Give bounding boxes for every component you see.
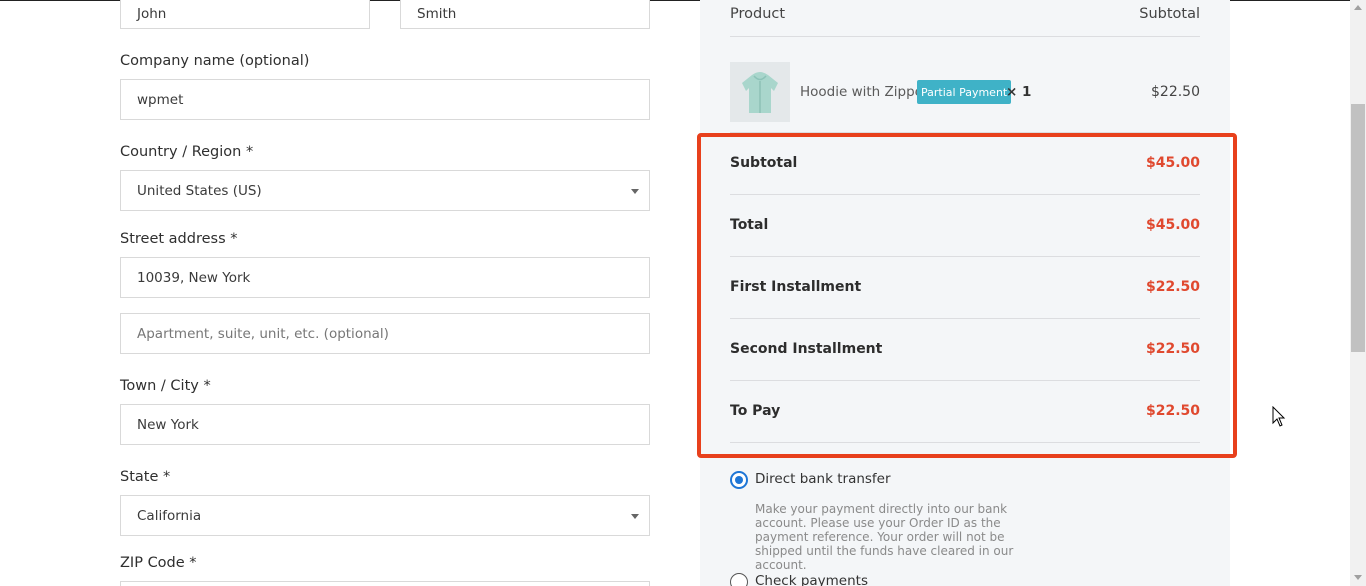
product-qty: × 1 — [1006, 84, 1032, 100]
subtotal-header: Subtotal — [1139, 6, 1200, 22]
company-value: wpmet — [137, 91, 184, 108]
product-thumbnail — [730, 62, 790, 122]
street-value: 10039, New York — [137, 269, 251, 286]
last-name-value: Smith — [417, 5, 457, 22]
bank-transfer-label[interactable]: Direct bank transfer — [755, 471, 891, 487]
state-value: California — [137, 507, 202, 524]
state-select[interactable]: California — [120, 495, 650, 536]
city-input[interactable]: New York — [120, 404, 650, 445]
totals-highlight-box — [697, 133, 1237, 458]
zip-label: ZIP Code * — [120, 555, 197, 571]
first-name-value: John — [137, 5, 167, 22]
company-input[interactable]: wpmet — [120, 79, 650, 120]
state-label: State * — [120, 469, 171, 485]
product-header: Product — [730, 6, 786, 22]
product-name: Hoodie with Zipper — [800, 84, 929, 100]
apartment-placeholder: Apartment, suite, unit, etc. (optional) — [137, 325, 389, 342]
check-payments-radio[interactable] — [730, 573, 748, 586]
country-select[interactable]: United States (US) — [120, 170, 650, 211]
divider — [730, 36, 1200, 37]
product-price: $22.50 — [1151, 84, 1200, 100]
company-label: Company name (optional) — [120, 53, 310, 69]
bank-transfer-description: Make your payment directly into our bank… — [755, 502, 1014, 572]
scroll-up-icon[interactable] — [1354, 5, 1362, 10]
zip-input[interactable] — [120, 581, 650, 586]
country-value: United States (US) — [137, 182, 262, 199]
city-value: New York — [137, 416, 199, 433]
apartment-input[interactable]: Apartment, suite, unit, etc. (optional) — [120, 313, 650, 354]
scroll-down-icon[interactable] — [1354, 575, 1362, 580]
first-name-input[interactable]: John — [120, 0, 370, 29]
bank-transfer-radio[interactable] — [730, 471, 748, 489]
scrollbar-thumb[interactable] — [1351, 104, 1365, 352]
street-label: Street address * — [120, 231, 238, 247]
chevron-down-icon — [631, 514, 639, 519]
mouse-cursor-icon — [1272, 406, 1286, 427]
city-label: Town / City * — [120, 378, 211, 394]
last-name-input[interactable]: Smith — [400, 0, 650, 29]
check-payments-label[interactable]: Check payments — [755, 573, 868, 586]
partial-payment-badge: Partial Payment — [917, 80, 1012, 104]
country-label: Country / Region * — [120, 144, 254, 160]
chevron-down-icon — [631, 189, 639, 194]
street-input[interactable]: 10039, New York — [120, 257, 650, 298]
hoodie-icon — [742, 72, 778, 113]
